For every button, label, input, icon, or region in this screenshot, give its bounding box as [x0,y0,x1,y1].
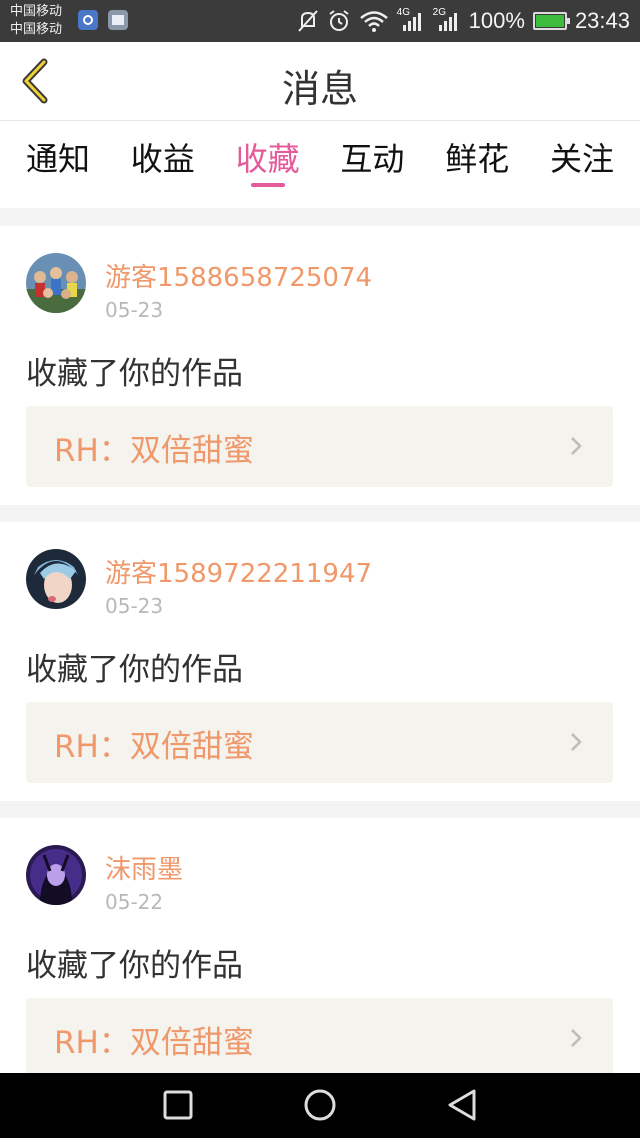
carrier-1: 中国移动 [10,4,63,19]
avatar[interactable] [26,845,86,905]
work-title: RH：双倍甜蜜 [54,433,254,469]
username[interactable]: 沫雨墨 [105,849,183,886]
tab-label: 鲜花 [445,140,510,178]
signal-4g-icon: 4G [397,7,425,33]
signal-2g-icon: 2G [433,7,461,33]
active-tab-indicator [250,183,285,187]
wifi-icon [359,11,388,32]
avatar[interactable] [26,549,86,609]
work-link[interactable]: RH：双倍甜蜜 [26,998,613,1079]
work-title: RH：双倍甜蜜 [54,1025,254,1061]
carrier-2: 中国移动 [10,22,63,37]
username[interactable]: 游客1589722211947 [105,553,372,590]
battery-icon [532,12,570,30]
message-date: 05-23 [105,298,164,322]
tab-bar: 通知 收益 收藏 互动 鲜花 关注 [0,121,640,208]
tab-interactions[interactable]: 互动 [340,121,404,208]
message-action-text: 收藏了你的作品 [26,356,243,392]
system-nav-bar [0,1073,640,1138]
work-title: RH：双倍甜蜜 [54,729,254,765]
triangle-back-icon [448,1089,476,1121]
circle-icon [304,1089,336,1121]
tab-label: 关注 [549,140,614,178]
notification-app-icon [78,10,98,30]
tab-label: 互动 [340,140,405,178]
app-header: 消息 [0,42,640,121]
tab-flowers[interactable]: 鲜花 [445,121,509,208]
back-nav-button[interactable] [444,1087,480,1123]
mute-icon [297,10,318,32]
username[interactable]: 游客1588658725074 [105,257,372,294]
clock: 23:43 [574,8,630,33]
chevron-right-icon [571,1029,582,1047]
carrier-labels: 中国移动 中国移动 [10,3,62,39]
chevron-right-icon [571,437,582,455]
tab-notifications[interactable]: 通知 [26,121,90,208]
message-card: 沫雨墨 05-22 收藏了你的作品 RH：双倍甜蜜 [0,818,640,1097]
page-title: 消息 [281,67,358,111]
message-action-text: 收藏了你的作品 [26,948,243,984]
square-icon [163,1090,193,1120]
avatar[interactable] [26,253,86,313]
tab-earnings[interactable]: 收益 [131,121,195,208]
tab-label: 收藏 [235,140,300,178]
work-link[interactable]: RH：双倍甜蜜 [26,702,613,783]
home-button[interactable] [302,1087,338,1123]
alarm-icon [329,10,349,31]
tab-label: 通知 [26,140,91,178]
status-bar: 中国移动 中国移动 4G 2G 100% 23:43 [0,0,640,42]
message-date: 05-23 [105,594,164,618]
work-link[interactable]: RH：双倍甜蜜 [26,406,613,487]
status-icons: 4G 2G 100% 23:43 [297,0,630,42]
message-card: 游客1588658725074 05-23 收藏了你的作品 RH：双倍甜蜜 [0,226,640,505]
recents-button[interactable] [160,1087,196,1123]
message-card: 游客1589722211947 05-23 收藏了你的作品 RH：双倍甜蜜 [0,522,640,801]
battery-percent: 100% [468,8,525,33]
chevron-right-icon [571,733,582,751]
message-date: 05-22 [105,890,164,914]
tab-label: 收益 [130,140,195,178]
message-action-text: 收藏了你的作品 [26,652,243,688]
tab-favorites[interactable]: 收藏 [236,121,300,208]
tab-following[interactable]: 关注 [550,121,614,208]
gallery-notification-icon [108,10,128,30]
